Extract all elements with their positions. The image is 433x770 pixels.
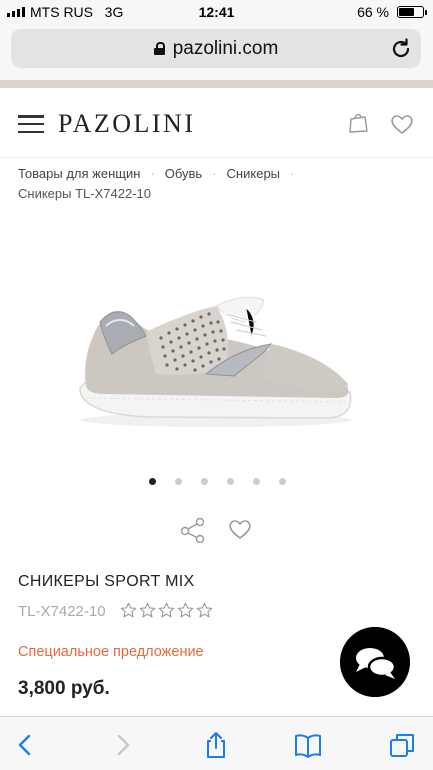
gallery-pagination — [149, 478, 286, 485]
site-logo[interactable]: PAZOLINI — [58, 109, 195, 139]
reload-icon[interactable] — [389, 37, 413, 61]
gallery-dot[interactable] — [253, 478, 260, 485]
wishlist-heart-icon[interactable] — [390, 113, 414, 135]
tabs-icon[interactable] — [388, 731, 416, 759]
gallery-dot[interactable] — [201, 478, 208, 485]
gallery-dot[interactable] — [175, 478, 182, 485]
favorite-heart-icon[interactable] — [228, 518, 252, 540]
chat-icon[interactable] — [340, 627, 410, 697]
share-icon[interactable] — [180, 517, 206, 543]
bookmarks-icon[interactable] — [294, 731, 322, 759]
star-icon[interactable] — [177, 602, 194, 619]
gallery-dot[interactable] — [227, 478, 234, 485]
breadcrumb-link[interactable]: Обувь — [165, 166, 202, 181]
gallery-dot[interactable] — [279, 478, 286, 485]
browser-address-area: pazolini.com — [0, 24, 433, 80]
star-icon[interactable] — [196, 602, 213, 619]
product-price: 3,800 руб. — [18, 678, 110, 699]
share-upload-icon[interactable] — [202, 731, 230, 759]
breadcrumb-current: Сникеры TL-X7422-10 — [18, 186, 151, 201]
site-header: PAZOLINI — [0, 88, 433, 158]
lock-icon — [153, 42, 165, 55]
url-text: pazolini.com — [172, 37, 279, 59]
breadcrumb: Товары для женщин · Обувь · Сникеры · Сникеры… — [18, 164, 418, 204]
rating-stars[interactable] — [120, 602, 213, 619]
star-icon[interactable] — [120, 602, 137, 619]
star-icon[interactable] — [139, 602, 156, 619]
breadcrumb-link[interactable]: Сникеры — [227, 166, 280, 181]
special-offer-label[interactable]: Специальное предложение — [18, 644, 204, 660]
address-bar[interactable]: pazolini.com — [11, 29, 421, 68]
shopping-bag-icon[interactable] — [348, 112, 368, 134]
gallery-dot[interactable] — [149, 478, 156, 485]
breadcrumb-link[interactable]: Товары для женщин — [18, 166, 140, 181]
back-arrow-icon[interactable] — [12, 731, 40, 759]
product-title: СНИКЕРЫ SPORT MIX — [18, 573, 195, 590]
menu-icon[interactable] — [18, 115, 44, 133]
status-bar: MTS RUS 3G 12:41 66 % — [0, 0, 433, 24]
battery-percent: 66 % — [357, 4, 389, 20]
forward-arrow-icon[interactable] — [108, 731, 136, 759]
product-sku: TL-X7422-10 — [18, 603, 106, 620]
star-icon[interactable] — [158, 602, 175, 619]
accent-divider — [0, 80, 433, 88]
product-image[interactable] — [66, 270, 366, 440]
battery-icon — [397, 6, 427, 18]
browser-toolbar — [0, 716, 433, 770]
